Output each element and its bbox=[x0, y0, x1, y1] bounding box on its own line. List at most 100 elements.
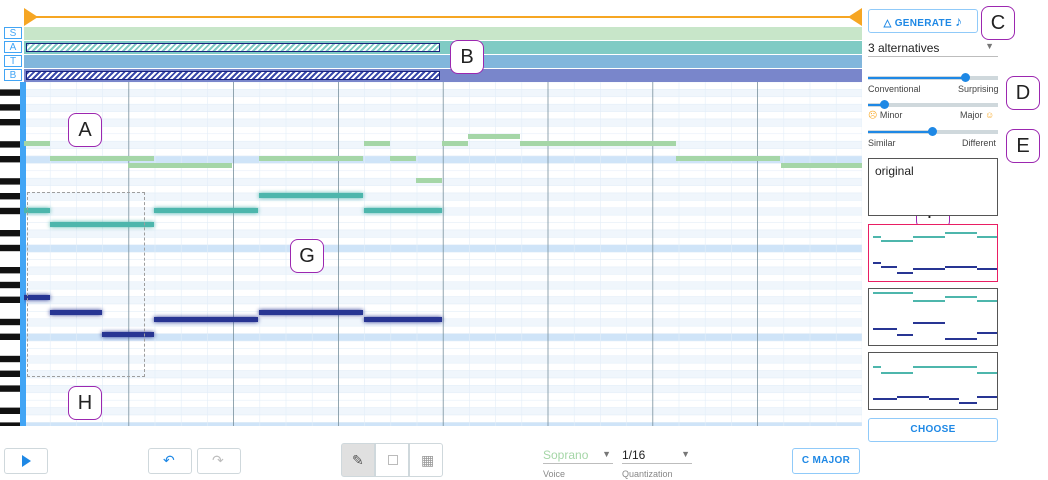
black-key bbox=[0, 119, 20, 126]
piano-roll[interactable] bbox=[24, 82, 862, 426]
conventional-surprising-slider[interactable] bbox=[868, 73, 998, 82]
alternatives-select[interactable]: 3 alternatives ▼ bbox=[868, 39, 998, 57]
black-key bbox=[0, 385, 20, 392]
loop-start-handle bbox=[24, 8, 38, 26]
soprano-note[interactable] bbox=[468, 134, 520, 139]
quantization-select[interactable]: 1/16 ▼ bbox=[622, 446, 692, 464]
redo-button[interactable]: ↷ bbox=[197, 448, 241, 474]
choose-button[interactable]: CHOOSE bbox=[868, 418, 998, 442]
soprano-note[interactable] bbox=[781, 163, 862, 168]
pencil-icon: ✎ bbox=[352, 452, 364, 468]
bass-note[interactable] bbox=[364, 317, 442, 322]
voice-track-a[interactable] bbox=[24, 41, 862, 54]
minor-label: ☹ Minor bbox=[868, 110, 903, 120]
soprano-note[interactable] bbox=[442, 141, 468, 146]
alternative-thumbnail-1[interactable] bbox=[868, 224, 998, 282]
dropdown-arrow-icon: ▼ bbox=[985, 41, 994, 51]
alto-note[interactable] bbox=[364, 208, 442, 213]
redo-icon: ↷ bbox=[212, 452, 224, 468]
select-tool-button[interactable] bbox=[375, 443, 409, 477]
generate-button[interactable]: △ GENERATE ♪ bbox=[868, 9, 978, 33]
callout-d: D bbox=[1006, 76, 1040, 110]
soprano-note[interactable] bbox=[390, 156, 416, 161]
voice-selection-range[interactable] bbox=[26, 71, 440, 80]
play-button[interactable] bbox=[4, 448, 48, 474]
app-window: SATB A B C D E F G H △ GENERATE ♪ 3 alte… bbox=[0, 0, 1048, 480]
trash-icon: ▦ bbox=[421, 452, 435, 468]
alto-note[interactable] bbox=[154, 208, 258, 213]
dropdown-arrow-icon: ▼ bbox=[602, 449, 611, 459]
slider-thumb[interactable] bbox=[880, 100, 889, 109]
black-key bbox=[0, 141, 20, 148]
major-label: Major ☺ bbox=[960, 110, 995, 120]
soprano-note[interactable] bbox=[676, 156, 780, 161]
black-key bbox=[0, 318, 20, 326]
bass-note[interactable] bbox=[259, 310, 363, 315]
happy-face-icon: ☺ bbox=[985, 110, 995, 120]
undo-icon: ↶ bbox=[163, 452, 175, 468]
soprano-note[interactable] bbox=[259, 156, 363, 161]
black-key bbox=[0, 407, 20, 414]
voice-track-s[interactable] bbox=[24, 27, 862, 40]
voice-label-b[interactable]: B bbox=[4, 69, 22, 81]
alternative-1-preview bbox=[873, 232, 997, 274]
soprano-note[interactable] bbox=[50, 156, 154, 161]
black-key bbox=[0, 333, 20, 340]
voice-track-t[interactable] bbox=[24, 55, 862, 68]
black-key bbox=[0, 267, 20, 274]
black-key bbox=[0, 370, 20, 377]
bass-note[interactable] bbox=[154, 317, 258, 322]
voice-label-a[interactable]: A bbox=[4, 41, 22, 53]
pencil-tool-button[interactable]: ✎ bbox=[341, 443, 375, 477]
black-key bbox=[0, 355, 20, 363]
selection-box[interactable] bbox=[27, 192, 145, 377]
delete-tool-button[interactable]: ▦ bbox=[409, 443, 443, 477]
voice-track-b[interactable] bbox=[24, 69, 862, 82]
timeline-bar[interactable] bbox=[24, 8, 862, 26]
voice-label-s[interactable]: S bbox=[4, 27, 22, 39]
alternative-thumbnail-3[interactable] bbox=[868, 352, 998, 410]
black-key bbox=[0, 156, 20, 163]
undo-button[interactable]: ↶ bbox=[148, 448, 192, 474]
loop-end-handle bbox=[848, 8, 862, 26]
soprano-note[interactable] bbox=[416, 178, 442, 183]
voice-select[interactable]: Soprano ▼ bbox=[543, 446, 613, 464]
callout-e: E bbox=[1006, 129, 1040, 163]
black-key bbox=[0, 193, 20, 200]
select-icon bbox=[388, 455, 398, 465]
callout-h: H bbox=[68, 386, 102, 420]
minor-major-slider[interactable] bbox=[868, 100, 998, 109]
voice-label-t[interactable]: T bbox=[4, 55, 22, 67]
callout-b: B bbox=[450, 40, 484, 74]
original-thumbnail[interactable]: original bbox=[868, 158, 998, 216]
callout-a: A bbox=[68, 113, 102, 147]
alto-note[interactable] bbox=[259, 193, 363, 198]
black-key bbox=[0, 422, 20, 426]
dropdown-arrow-icon: ▼ bbox=[681, 449, 690, 459]
generate-icon: △ bbox=[883, 18, 892, 29]
similar-different-slider[interactable] bbox=[868, 127, 998, 136]
play-icon bbox=[22, 455, 31, 467]
black-key bbox=[0, 178, 20, 185]
callout-c: C bbox=[981, 6, 1015, 40]
sad-face-icon: ☹ bbox=[868, 110, 878, 120]
alternative-2-preview bbox=[873, 292, 997, 340]
soprano-note[interactable] bbox=[128, 163, 232, 168]
alternative-thumbnail-2[interactable] bbox=[868, 288, 998, 346]
alternative-3-preview bbox=[873, 366, 997, 404]
soprano-note[interactable] bbox=[520, 141, 676, 146]
slider-thumb[interactable] bbox=[961, 73, 970, 82]
black-key bbox=[0, 244, 20, 252]
roll-left-stripe bbox=[24, 82, 26, 426]
piano-keyboard[interactable] bbox=[0, 82, 24, 426]
black-key bbox=[0, 281, 20, 289]
black-key bbox=[0, 104, 20, 111]
slider-thumb[interactable] bbox=[928, 127, 937, 136]
soprano-note[interactable] bbox=[364, 141, 390, 146]
voice-selection-range[interactable] bbox=[26, 43, 440, 52]
black-key bbox=[0, 89, 20, 96]
key-button[interactable]: C MAJOR bbox=[792, 448, 860, 474]
black-key bbox=[0, 207, 20, 215]
callout-g: G bbox=[290, 239, 324, 273]
soprano-note[interactable] bbox=[24, 141, 50, 146]
